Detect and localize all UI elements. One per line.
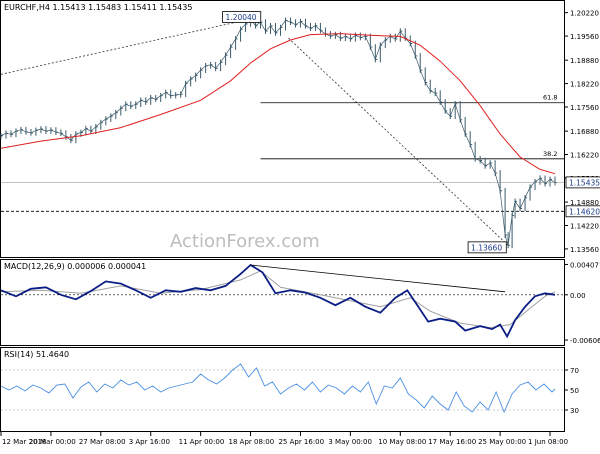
x-tick-label: 27 Mar 08:00 [79,438,126,446]
x-tick-label: 25 May 00:00 [478,438,526,446]
level-label: 1.14620 [569,207,600,216]
macd-axis-tick-label: -0.006069 [570,337,600,345]
macd-header: MACD(12,26,9) 0.000006 0.000041 [4,262,146,271]
x-tick-label: 3 May 00:00 [328,438,372,446]
x-tick-label: 20 Mar 00:00 [29,438,76,446]
watermark: ActionForex.com [170,231,320,252]
x-tick-label: 25 Apr 16:00 [278,438,324,446]
high-annotation: 1.20040 [226,13,257,22]
macd-axis-tick-label: 0.00 [570,292,586,300]
rsi-axis-tick-label: 70 [570,367,579,375]
macd-panel-frame [0,259,565,346]
main-header: EURCHF,H4 1.15413 1.15483 1.15411 1.1543… [4,3,192,12]
x-axis: 12 Mar 201820 Mar 00:00 27 Mar 08:00 3 Apr… [0,432,568,446]
macd-axis-tick-label: 0.004071 [570,261,600,269]
x-tick-label: 18 Apr 08:00 [229,438,275,446]
x-tick-label: 10 May 08:00 [378,438,426,446]
x-tick-label: 3 Apr 16:00 [129,438,170,446]
x-tick-label: 17 May 16:00 [428,438,476,446]
macd-trendline [250,264,506,293]
price-axis-tick-label: 1.18880 [570,57,599,65]
current-price-label: 1.15435 [569,178,600,187]
rsi-header: RSI(14) 51.4640 [4,350,69,359]
low-annotation: 1.13660 [471,243,502,252]
fib-label: 61.8 [543,94,557,102]
price-axis-tick-label: 1.14220 [570,222,599,230]
price-axis-tick-label: 1.13560 [570,246,599,254]
chart-container: 1.20220 1.19560 1.18880 1.18220 1.17560 1.168… [0,0,600,450]
rsi-axis-tick-label: 50 [570,387,579,395]
x-tick-label: 11 Apr 00:00 [179,438,225,446]
main-price-panel: 1.20220 1.19560 1.18880 1.18220 1.17560 1.168… [0,10,600,254]
macd-panel: 0.004071 0.00 -0.006069 [0,261,600,345]
price-axis-tick-label: 1.18220 [570,81,599,89]
trendline-up [0,18,251,75]
price-axis-tick-label: 1.16880 [570,128,599,136]
rsi-panel: 70 50 30 [0,363,579,415]
price-axis-tick-label: 1.16220 [570,152,599,160]
price-axis-tick-label: 1.17560 [570,104,599,112]
price-axis-tick-label: 1.19560 [570,33,599,41]
moving-average-line [0,33,556,175]
chart-svg: 1.20220 1.19560 1.18880 1.18220 1.17560 1.168… [0,0,600,446]
rsi-line [0,363,556,414]
rsi-panel-frame [0,347,565,432]
rsi-axis-tick-label: 30 [570,407,579,415]
macd-signal-line [0,270,556,329]
x-tick-label: 1 Jun 08:00 [528,438,568,446]
price-axis-tick-label: 1.20220 [570,10,599,18]
macd-line [0,263,556,339]
fib-label: 38.2 [543,150,557,158]
